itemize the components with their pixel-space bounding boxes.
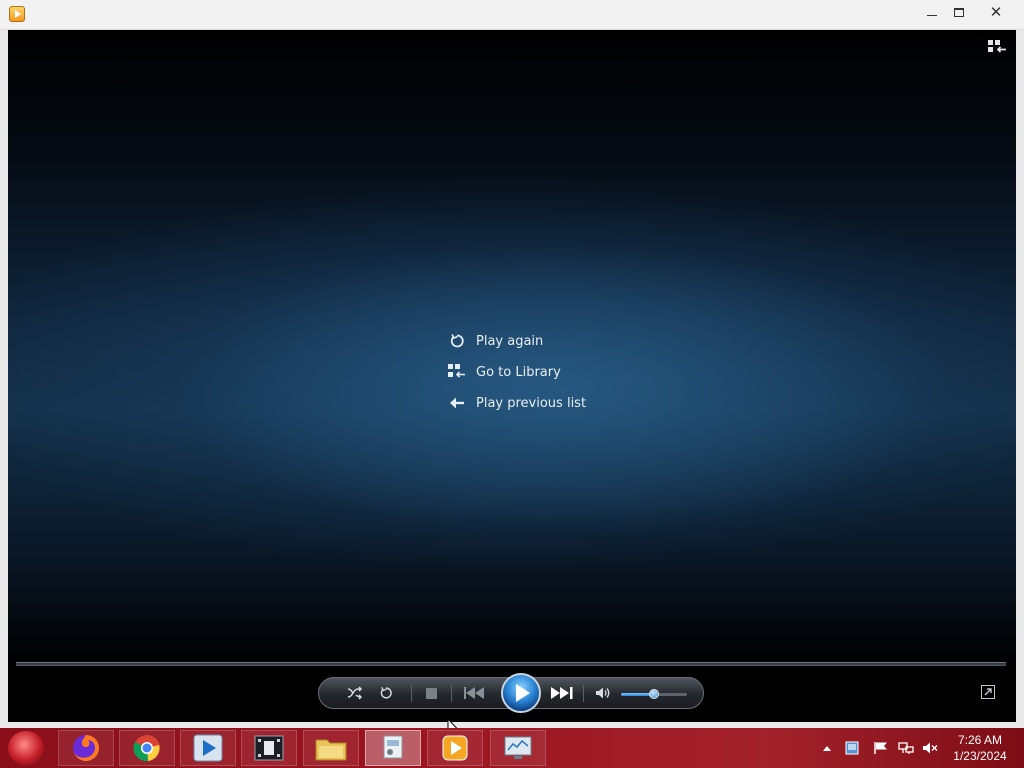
fullscreen-icon[interactable] xyxy=(981,685,995,699)
close-button[interactable]: ✕ xyxy=(974,0,1018,24)
repeat-button[interactable] xyxy=(374,678,398,708)
stop-icon xyxy=(425,687,437,699)
taskbar: 7:26 AM 1/23/2024 xyxy=(0,728,1024,768)
playback-controls xyxy=(318,673,704,713)
firefox-icon xyxy=(73,735,99,761)
play-previous-list-label: Play previous list xyxy=(476,395,587,411)
shuffle-button[interactable] xyxy=(343,678,367,708)
replay-icon xyxy=(448,332,466,350)
display-icon xyxy=(845,741,859,755)
speaker-icon xyxy=(596,687,610,699)
minimize-button[interactable] xyxy=(917,0,947,24)
control-separator xyxy=(583,685,584,702)
system-clock[interactable]: 7:26 AM 1/23/2024 xyxy=(944,732,1016,764)
taskbar-chrome[interactable] xyxy=(119,730,175,766)
go-to-library-link[interactable]: Go to Library xyxy=(448,361,561,383)
switch-to-library-icon[interactable] xyxy=(988,40,1006,54)
flag-icon xyxy=(874,742,887,754)
mute-button[interactable] xyxy=(591,678,615,708)
tray-display[interactable] xyxy=(845,728,859,768)
taskbar-video-editor[interactable] xyxy=(241,730,297,766)
volume-slider[interactable] xyxy=(621,689,687,699)
folder-icon xyxy=(315,739,347,761)
taskbar-performance-monitor[interactable] xyxy=(490,730,546,766)
control-panel-icon xyxy=(383,735,403,759)
media-player-app-icon[interactable] xyxy=(9,6,25,22)
tray-volume[interactable] xyxy=(922,728,938,768)
next-button[interactable] xyxy=(547,678,579,708)
media-player-icon xyxy=(442,735,468,761)
network-icon xyxy=(898,742,914,754)
maximize-icon xyxy=(954,7,964,17)
previous-icon xyxy=(464,687,484,699)
monitor-chart-icon xyxy=(504,736,532,759)
seek-bar[interactable] xyxy=(16,662,1006,666)
show-hidden-icons-button[interactable] xyxy=(822,728,832,768)
back-arrow-icon xyxy=(448,394,466,412)
go-to-library-label: Go to Library xyxy=(476,364,561,380)
taskbar-file-explorer[interactable] xyxy=(303,730,359,766)
repeat-icon xyxy=(380,686,392,699)
library-icon xyxy=(448,363,466,381)
maximize-button[interactable] xyxy=(944,0,974,24)
clock-time: 7:26 AM xyxy=(957,733,1003,747)
play-button[interactable] xyxy=(501,673,541,713)
title-bar: ✕ xyxy=(0,0,1024,30)
taskbar-media-center[interactable] xyxy=(180,730,236,766)
tray-network[interactable] xyxy=(898,728,914,768)
taskbar-control-panel[interactable] xyxy=(365,730,421,766)
play-again-link[interactable]: Play again xyxy=(448,330,543,352)
close-icon: ✕ xyxy=(989,2,1003,21)
volume-thumb[interactable] xyxy=(649,689,659,699)
control-separator xyxy=(411,685,412,702)
taskbar-windows-media-player[interactable] xyxy=(427,730,483,766)
play-previous-list-link[interactable]: Play previous list xyxy=(448,392,586,414)
next-icon xyxy=(551,687,573,699)
minimize-icon xyxy=(927,14,937,16)
clock-date: 1/23/2024 xyxy=(953,749,1007,763)
previous-button[interactable] xyxy=(457,678,493,708)
play-again-label: Play again xyxy=(476,333,544,349)
stop-button[interactable] xyxy=(419,678,443,708)
control-separator xyxy=(451,685,452,702)
now-playing-area: Play again Go to Library Play previous l… xyxy=(8,30,1016,722)
volume-muted-icon xyxy=(923,742,938,754)
taskbar-firefox[interactable] xyxy=(58,730,114,766)
media-center-icon xyxy=(193,734,223,762)
shuffle-icon xyxy=(347,686,363,700)
chrome-icon xyxy=(133,735,160,762)
start-button[interactable] xyxy=(8,731,44,765)
film-strip-icon xyxy=(254,735,284,761)
chevron-up-icon xyxy=(823,746,831,751)
tray-action-center[interactable] xyxy=(873,728,889,768)
